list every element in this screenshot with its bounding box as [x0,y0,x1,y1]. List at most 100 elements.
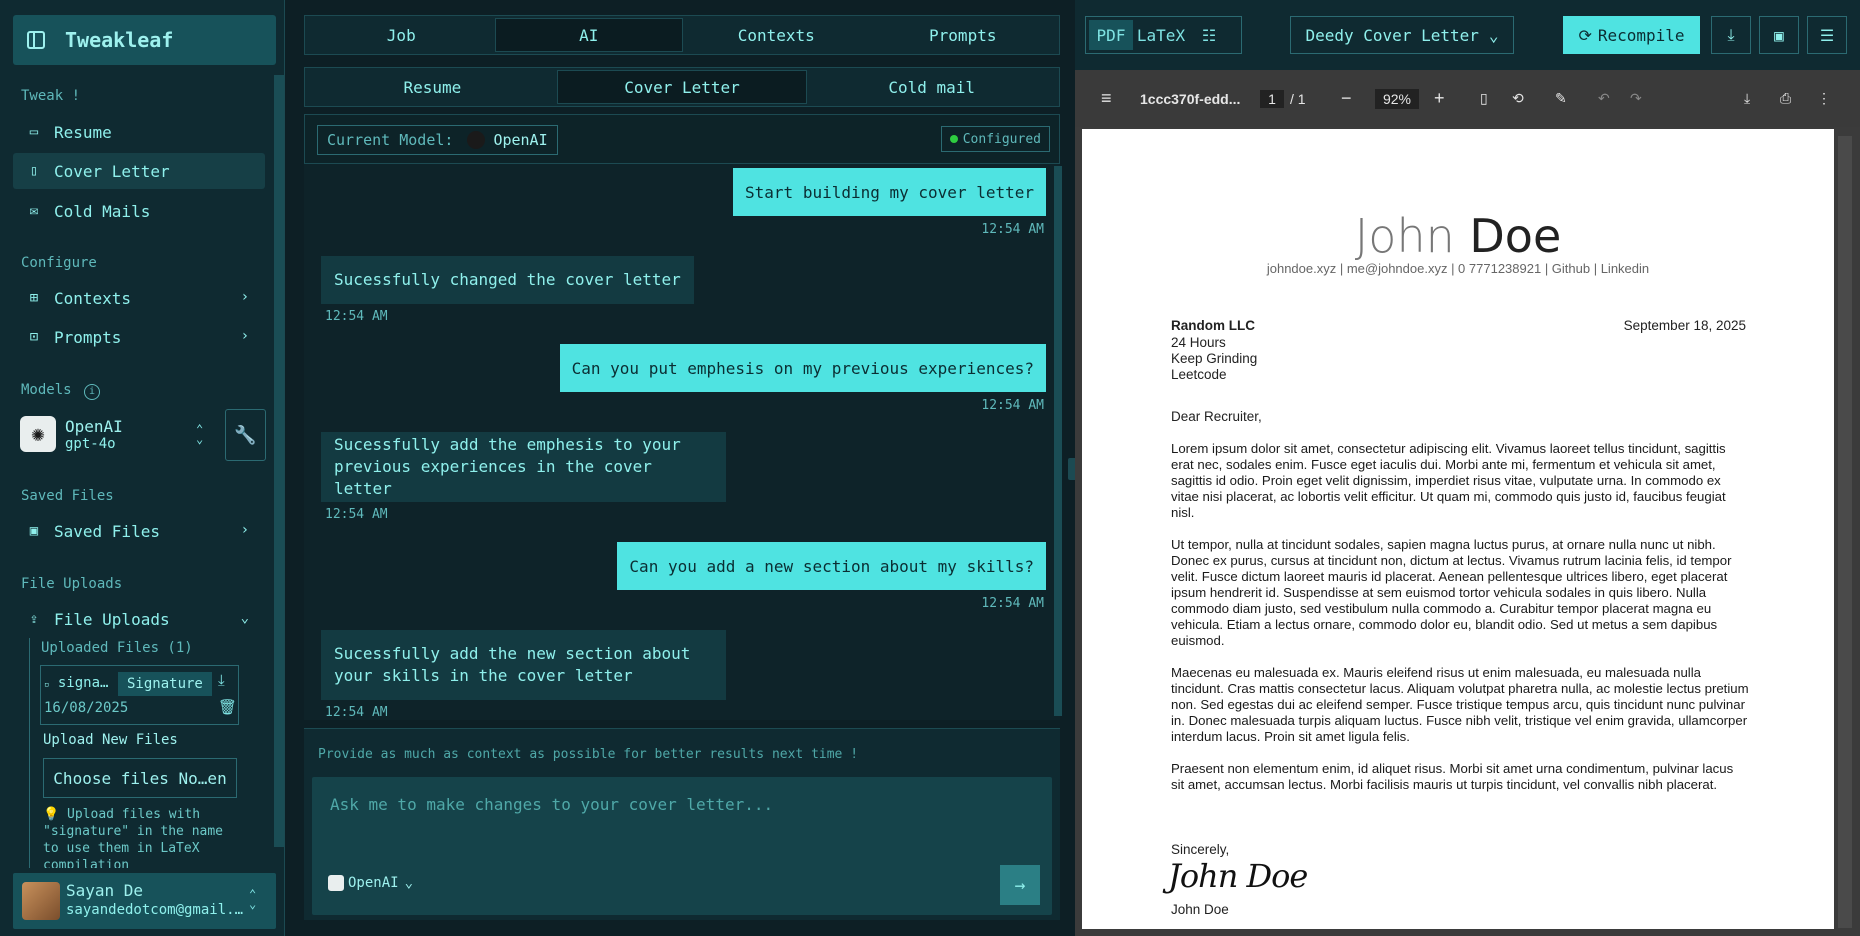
doc-greeting: Dear Recruiter, [1171,409,1262,424]
composer-model-name: OpenAI [348,875,399,891]
nav-file-uploads[interactable]: ⇪ File Uploads ⌄ [13,601,265,637]
zoom-out-icon[interactable]: − [1341,88,1352,109]
list-settings-icon[interactable]: ☰ [1807,16,1847,54]
fit-page-icon[interactable]: ▯ [1480,90,1488,107]
nav-contexts[interactable]: ⊞ Contexts › [13,280,265,316]
send-button[interactable]: → [1000,865,1040,905]
doc-addr3: Leetcode [1171,367,1227,382]
app-title: Tweakleaf [65,28,174,52]
model-selector[interactable]: ✺ OpenAI gpt-4o ⌃ ⌄ [20,408,203,460]
menu-icon[interactable]: ≡ [1101,88,1112,109]
tab-cold-mail[interactable]: Cold mail [807,70,1056,104]
pdf-viewer-toolbar: ≡ 1ccc370f-edd... 1 / 1 − 92% + ▯ ⟲ ✎ ↶ … [1075,70,1860,127]
openai-logo-icon: ✺ [20,416,56,452]
sidebar-scrollbar[interactable] [274,75,284,847]
tab-cover-letter[interactable]: Cover Letter [556,70,808,104]
nav-label: Cover Letter [54,161,170,181]
undo-icon[interactable]: ↶ [1598,90,1610,107]
nav-prompts[interactable]: ⊡ Prompts › [13,319,265,355]
chevron-down-icon: ⌄ [404,875,414,891]
page-input[interactable]: 1 [1260,89,1284,108]
recompile-button[interactable]: ⟳ Recompile [1563,16,1700,54]
section-uploads: File Uploads [21,576,123,592]
doc-paragraph: Maecenas eu malesuada ex. Mauris eleifen… [1171,665,1749,744]
download-icon[interactable]: ⤓ [1711,16,1751,54]
tab-ai[interactable]: AI [494,18,683,52]
download-icon[interactable]: ⤓ [218,671,225,689]
download-icon[interactable]: ⤓ [1744,90,1750,107]
save-icon[interactable]: ▣ [1759,16,1799,54]
tab-prompts[interactable]: Prompts [870,18,1057,52]
doc-name: John Doe [1082,209,1834,263]
sidebar: Tweakleaf Tweak ! ▭ Resume ▯ Cover Letter … [0,0,285,936]
section-configure: Configure [21,255,97,271]
user-menu[interactable]: Sayan De sayandedotcom@gmail.… ⌃ ⌄ [13,873,276,929]
ai-message: Sucessfully add the emphesis to your pre… [321,432,726,502]
sidebar-toggle-icon[interactable] [27,31,45,49]
app-brand[interactable]: Tweakleaf [13,15,276,65]
outline-icon[interactable]: ☷ [1189,20,1229,50]
model-bar: Current Model: OpenAI Configured [304,114,1060,164]
draw-icon[interactable]: ✎ [1555,90,1567,107]
nav-saved-files[interactable]: ▣ Saved Files › [13,513,265,549]
chevron-down-icon: ⌄ [240,610,249,626]
user-message: Can you add a new section about my skill… [617,542,1046,590]
signature-image: John Doe [1168,857,1308,895]
signature-tag: Signature [118,672,212,696]
doc-paragraph: Praesent non elementum enim, id aliquet … [1171,761,1734,792]
ai-message: Sucessfully add the new section about yo… [321,630,726,700]
arrow-right-icon: → [1014,874,1026,896]
pdf-viewer: ≡ 1ccc370f-edd... 1 / 1 − 92% + ▯ ⟲ ✎ ↶ … [1075,70,1860,936]
chevron-down-icon: ⌄ [1488,25,1499,45]
doc-paragraph: Lorem ipsum dolor sit amet, consectetur … [1171,441,1726,520]
uploaded-header: Uploaded Files (1) [41,640,193,656]
wrench-icon[interactable]: 🔧 [225,409,266,461]
message-time: 12:54 AM [325,705,388,720]
mail-icon: ✉ [29,203,39,219]
model-name: gpt-4o [65,436,116,452]
user-message: Start building my cover letter [733,168,1046,216]
message-input[interactable]: Ask me to make changes to your cover let… [312,777,1052,915]
tab-job[interactable]: Job [308,18,495,52]
chevron-right-icon: › [240,328,249,344]
tab-resume[interactable]: Resume [308,70,557,104]
message-time: 12:54 AM [325,309,388,324]
choose-files-button[interactable]: Choose files No…en [43,758,237,798]
current-model-name: OpenAI [493,131,548,149]
chevron-right-icon: › [240,522,249,538]
chevron-up-down-icon: ⌃ ⌄ [249,887,257,911]
toggle-latex[interactable]: LaTeX [1133,20,1189,50]
pdf-filename: 1ccc370f-edd... [1140,90,1241,107]
zoom-level[interactable]: 92% [1375,88,1419,109]
print-icon[interactable]: ⎙ [1780,90,1791,107]
nav-label: Resume [54,122,112,142]
template-select[interactable]: Deedy Cover Letter ⌄ [1290,16,1514,54]
message-time: 12:54 AM [981,596,1044,611]
document-icon: ▯ [29,163,39,179]
info-icon[interactable]: i [84,384,101,400]
chat-panel: Job AI Contexts Prompts Resume Cover Let… [294,0,1072,936]
upload-new-label: Upload New Files [43,732,178,748]
chat-scrollbar[interactable] [1054,166,1062,716]
zoom-in-icon[interactable]: + [1434,88,1445,109]
pdf-scrollbar[interactable] [1838,136,1852,928]
current-model-label: Current Model: [327,131,454,149]
redo-icon[interactable]: ↷ [1630,90,1642,107]
nav-cover-letter[interactable]: ▯ Cover Letter [13,153,265,189]
nav-cold-mails[interactable]: ✉ Cold Mails [13,193,265,229]
openai-logo-icon [328,875,344,891]
chevron-right-icon: › [240,289,249,305]
section-saved: Saved Files [21,488,114,504]
rotate-icon[interactable]: ⟲ [1512,90,1524,107]
section-models: Models i [21,382,101,400]
terminal-icon: ⊡ [29,329,39,345]
composer-model-select[interactable]: OpenAI ⌄ [328,875,413,891]
trash-icon[interactable]: 🗑 [218,698,237,716]
toggle-pdf[interactable]: PDF [1089,20,1133,50]
nav-label: Contexts [54,288,132,308]
doc-addr2: Keep Grinding [1171,351,1258,366]
doc-date: September 18, 2025 [1623,318,1746,333]
tab-contexts[interactable]: Contexts [683,18,870,52]
more-icon[interactable]: ⋮ [1817,90,1831,107]
nav-resume[interactable]: ▭ Resume [13,114,265,150]
